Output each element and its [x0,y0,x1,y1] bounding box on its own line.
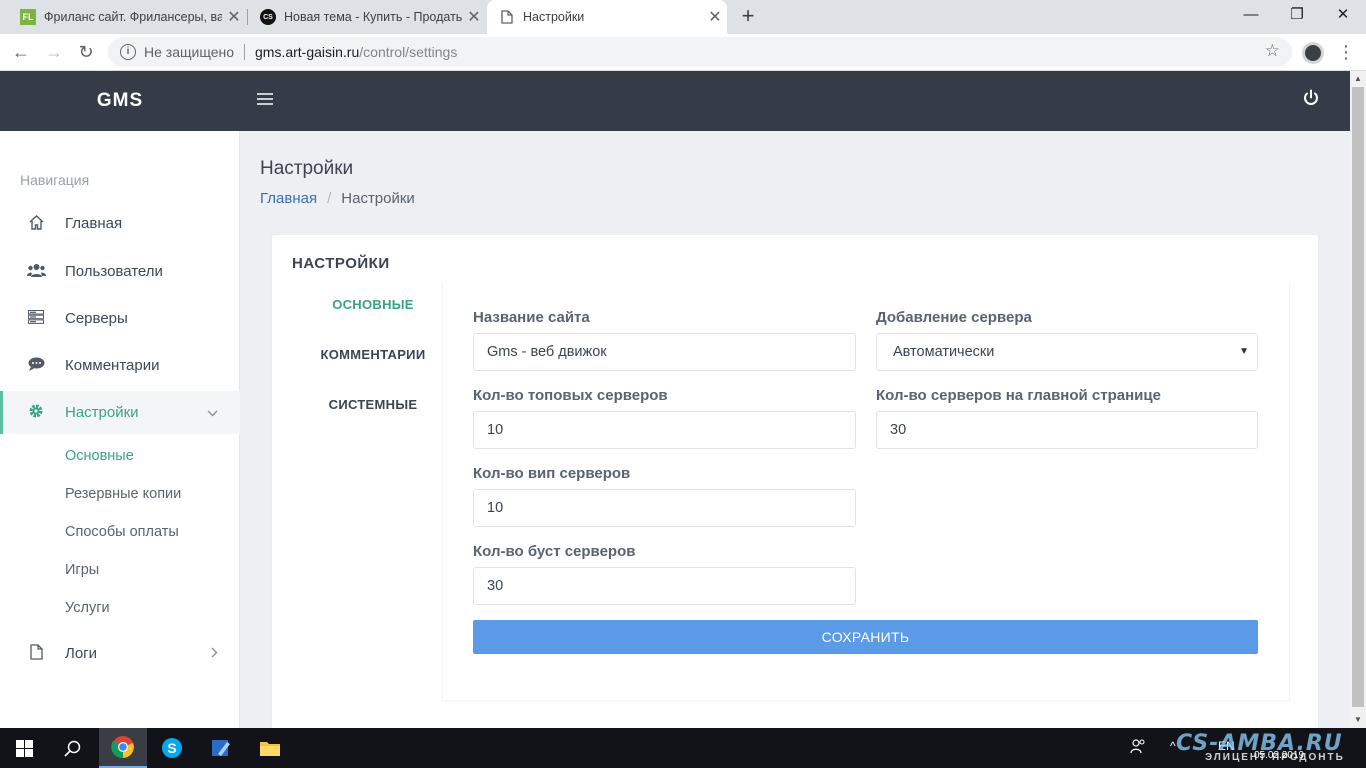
top-servers-label: Кол-во топовых серверов [473,387,668,404]
address-bar[interactable]: i Не защищено gms.art-gaisin.ru/control/… [108,37,1292,67]
page-title: Настройки [260,158,354,179]
hamburger-menu-icon[interactable] [257,93,273,107]
caret-down-icon: ▼ [1239,346,1249,357]
url-path: /control/settings [359,44,458,60]
comment-icon [26,357,46,375]
sidebar-item-servers[interactable]: Серверы [0,297,240,340]
sidebar-subitem-backups[interactable]: Резервные копии [65,486,181,502]
vip-servers-label: Кол-во вип серверов [473,465,631,482]
scroll-up-icon[interactable]: ▲ [1350,71,1366,87]
restore-icon[interactable]: ❐ [1274,0,1320,34]
bookmark-star-icon[interactable]: ☆ [1265,41,1280,61]
home-icon [26,214,46,234]
fl-favicon-icon: FL [20,9,36,25]
site-name-input[interactable]: Gms - веб движок [473,333,856,371]
sidebar-subitem-basic[interactable]: Основные [65,448,134,464]
breadcrumb-home-link[interactable]: Главная [260,190,317,207]
tray-chevron-up-icon[interactable]: ^ [1170,739,1176,753]
card-title: НАСТРОЙКИ [292,255,390,272]
browser-tab-settings[interactable]: Настройки ✕ [487,0,727,34]
boost-servers-input[interactable]: 30 [473,567,856,605]
servers-icon [26,309,46,328]
breadcrumb: Главная / Настройки [260,190,415,207]
breadcrumb-current: Настройки [341,190,415,207]
new-tab-icon[interactable]: + [736,5,760,29]
browser-toolbar: ← → ↻ i Не защищено gms.art-gaisin.ru/co… [0,34,1366,71]
settings-card: НАСТРОЙКИ ОСНОВНЫЕ КОММЕНТАРИИ СИСТЕМНЫЕ [271,234,1319,734]
reload-icon[interactable]: ↻ [73,40,99,66]
windows-taskbar: S ^ EN 05.02.2019 [0,728,1366,768]
tab-title: Новая тема - Купить - Продать [284,10,462,24]
users-icon [26,263,46,281]
server-add-select[interactable]: Автоматически ▼ [876,333,1258,371]
sidebar-subitem-services[interactable]: Услуги [65,600,110,616]
server-add-value: Автоматически [893,344,995,360]
tab-system[interactable]: СИСТЕМНЫЕ [288,397,458,412]
power-logout-icon[interactable] [1300,89,1322,111]
close-tab-icon[interactable]: ✕ [703,7,727,27]
close-window-icon[interactable]: ✕ [1320,0,1366,34]
app-header: GMS [0,71,1350,131]
search-icon[interactable] [48,728,96,768]
sidebar-item-label: Пользователи [65,263,163,280]
top-servers-input[interactable]: 10 [473,411,856,449]
browser-tab-freelance[interactable]: FL Фриланс сайт. Фрилансеры, вак ✕ [8,0,246,34]
windows-start-icon[interactable] [0,728,48,768]
sidebar-item-users[interactable]: Пользователи [0,250,240,293]
sidebar-item-home[interactable]: Главная [0,202,240,245]
skype-taskbar-icon[interactable]: S [148,728,196,768]
scroll-down-icon[interactable]: ▼ [1350,712,1366,728]
forward-icon[interactable]: → [41,40,67,66]
people-icon[interactable] [1130,738,1146,757]
boost-servers-label: Кол-во буст серверов [473,543,636,560]
browser-tab-bar: FL Фриланс сайт. Фрилансеры, вак ✕ CS Но… [0,0,1366,34]
sidebar-subitem-games[interactable]: Игры [65,562,99,578]
security-label: Не защищено [144,44,234,60]
close-tab-icon[interactable]: ✕ [462,7,486,27]
sidebar-item-label: Серверы [65,310,128,327]
scrollbar-thumb[interactable] [1352,87,1364,707]
tab-basic[interactable]: ОСНОВНЫЕ [288,297,458,312]
chrome-taskbar-icon[interactable] [99,728,147,768]
server-add-label: Добавление сервера [876,309,1032,326]
sidebar-item-comments[interactable]: Комментарии [0,344,240,387]
sidebar-subitem-payment[interactable]: Способы оплаты [65,524,179,540]
site-name-label: Название сайта [473,309,590,326]
svg-text:S: S [167,740,176,756]
profile-avatar[interactable] [1302,42,1324,64]
tab-title: Настройки [523,10,585,24]
url-host: gms.art-gaisin.ru [255,44,360,60]
chevron-right-icon [211,646,218,661]
save-button[interactable]: СОХРАНИТЬ [473,620,1258,654]
main-servers-input[interactable]: 30 [876,411,1258,449]
browser-menu-icon[interactable]: ⋮ [1336,40,1356,64]
nav-heading: Навигация [20,172,90,188]
tab-title: Фриланс сайт. Фрилансеры, вак [44,10,222,24]
sidebar-item-label: Логи [65,645,98,662]
file-explorer-taskbar-icon[interactable] [246,728,294,768]
page-scrollbar[interactable]: ▲ ▼ [1350,71,1366,728]
browser-tab-cs[interactable]: CS Новая тема - Купить - Продать ✕ [248,0,486,34]
vip-servers-input[interactable]: 10 [473,489,856,527]
gear-icon [26,403,46,423]
tab-comments[interactable]: КОММЕНТАРИИ [288,347,458,362]
brand-logo[interactable]: GMS [0,71,240,131]
cs-favicon-icon: CS [260,9,276,25]
info-icon[interactable]: i [120,44,136,60]
close-tab-icon[interactable]: ✕ [222,7,246,27]
chevron-down-icon [207,405,218,420]
file-icon [26,643,46,664]
page-favicon-icon [499,9,515,25]
sidebar-item-label: Настройки [65,404,139,421]
watermark-subtitle: ЭЛИЦЕНТ ПРОДОНТЬ [1205,752,1345,763]
back-icon[interactable]: ← [8,40,34,66]
editor-taskbar-icon[interactable] [197,728,245,768]
sidebar-item-settings[interactable]: Настройки [0,391,240,434]
sidebar: Навигация Главная Пользователи Серверы К… [0,131,240,728]
main-servers-label: Кол-во серверов на главной странице [876,387,1161,404]
sidebar-item-label: Комментарии [65,357,160,374]
sidebar-item-label: Главная [65,215,123,232]
sidebar-item-logs[interactable]: Логи [0,632,240,675]
minimize-icon[interactable]: — [1228,0,1274,34]
